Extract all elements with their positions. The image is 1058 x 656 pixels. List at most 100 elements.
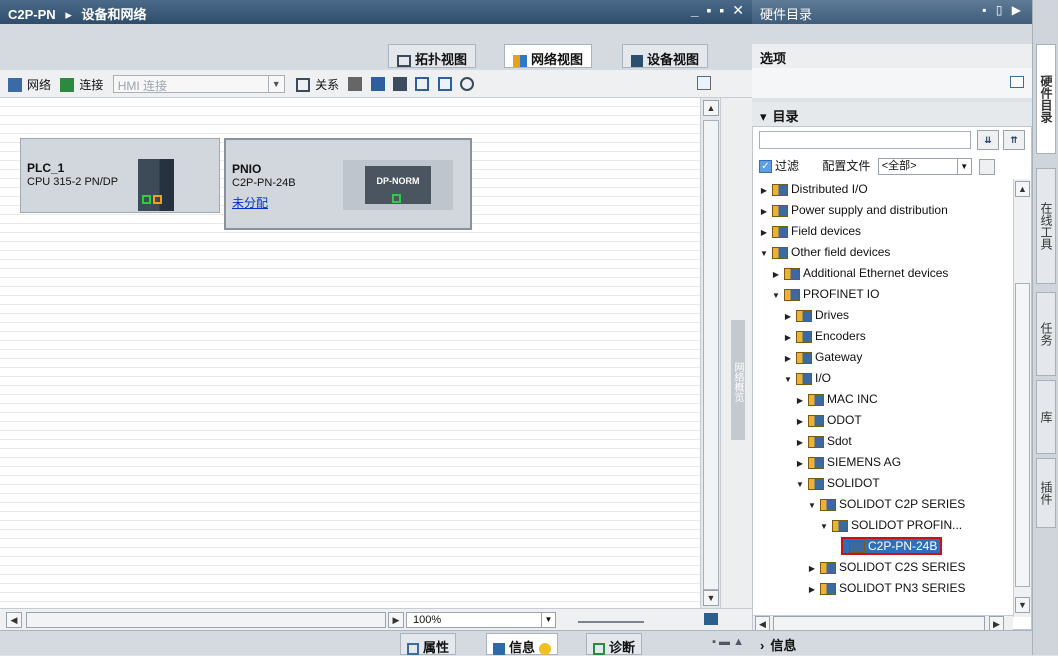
window-controls[interactable]: _ ▪ ▪ ✕ (691, 2, 746, 19)
search-up-icon[interactable]: ⇈ (1003, 130, 1025, 150)
tree-item[interactable]: ▼ SOLIDOT (795, 473, 880, 493)
catalog-search-input[interactable] (759, 131, 971, 149)
caret-right-icon[interactable]: ▶ (795, 412, 805, 432)
caret-right-icon[interactable]: ▶ (795, 433, 805, 453)
catalog-horizontal-scrollbar[interactable]: ◀ ▶ (753, 615, 1013, 632)
caret-down-icon[interactable]: ▼ (807, 496, 817, 516)
tab-diagnostics[interactable]: 诊断 (586, 633, 643, 655)
tree-item[interactable]: ▶ SOLIDOT PN3 SERIES (807, 578, 966, 598)
tab-properties[interactable]: 属性 (400, 633, 457, 655)
tree-item[interactable]: ▶ Encoders (783, 326, 866, 346)
scroll-down-icon[interactable]: ▼ (1015, 597, 1030, 613)
caret-down-icon[interactable]: ▼ (783, 370, 793, 390)
scroll-up-icon[interactable]: ▲ (703, 100, 719, 116)
tree-item[interactable]: ▼ SOLIDOT C2P SERIES (807, 494, 965, 514)
device-plc[interactable]: PLC_1 CPU 315-2 PN/DP (20, 138, 220, 213)
caret-down-icon[interactable]: ▼ (771, 286, 781, 306)
tree-item[interactable]: ▶ SIEMENS AG (795, 452, 901, 472)
caret-right-icon[interactable]: ▶ (783, 349, 793, 369)
caret-right-icon[interactable]: ▶ (783, 328, 793, 348)
tab-network-view[interactable]: 网络视图 (504, 44, 593, 68)
caret-right-icon[interactable]: ▶ (807, 559, 817, 579)
tab-online-tools[interactable]: 在线工具 (1036, 168, 1056, 284)
address-icon[interactable] (348, 77, 363, 91)
options-section[interactable]: 选项 (752, 44, 1032, 68)
caret-right-icon[interactable]: ▶ (807, 580, 817, 600)
chevron-down-icon[interactable]: ▼ (267, 76, 284, 92)
tree-item[interactable]: ▶ SOLIDOT C2S SERIES (807, 557, 966, 577)
ethernet-icon[interactable] (393, 77, 408, 91)
view-tabs-bar: 拓扑视图 网络视图 设备视图 (0, 24, 752, 70)
scroll-down-icon[interactable]: ▼ (703, 590, 719, 606)
tree-item[interactable]: ▼ PROFINET IO (771, 284, 879, 304)
scroll-up-icon[interactable]: ▲ (1015, 181, 1030, 197)
caret-right-icon[interactable]: ▶ (795, 391, 805, 411)
caret-down-icon[interactable]: ▼ (795, 475, 805, 495)
tree-item[interactable]: ▶ MAC INC (795, 389, 878, 409)
canvas-vertical-scrollbar[interactable]: ▲ ▼ (700, 98, 720, 608)
caret-right-icon[interactable]: ▶ (795, 454, 805, 474)
catalog-vertical-scrollbar[interactable]: ▲ ▼ (1013, 179, 1031, 617)
filter-checkbox[interactable]: ✓ (759, 160, 772, 174)
profile-edit-icon[interactable] (979, 158, 996, 175)
scroll-thumb[interactable] (703, 120, 719, 590)
caret-right-icon[interactable]: ▶ (783, 307, 793, 327)
scroll-thumb[interactable] (1015, 283, 1030, 587)
tree-item-label: C2P-PN-24B (868, 539, 938, 553)
network-canvas[interactable]: PLC_1 CPU 315-2 PN/DP PNIO C2P-PN-24B 未分… (0, 98, 700, 608)
tab-info[interactable]: 信息 (486, 633, 559, 655)
caret-right-icon[interactable]: ▶ (771, 265, 781, 285)
panel-controls-icon[interactable]: ▪ ▬ ▲ (712, 636, 744, 648)
caret-down-icon[interactable]: ▼ (759, 244, 769, 264)
tab-device-view[interactable]: 设备视图 (622, 44, 709, 68)
scroll-left-icon[interactable]: ◀ (6, 612, 22, 628)
tab-add-ins[interactable]: 插件 (1036, 458, 1056, 528)
overview-icon[interactable] (704, 613, 718, 625)
overview-toggle-icon[interactable] (697, 76, 711, 90)
zoom-select[interactable]: 100% ▼ (406, 612, 556, 628)
grid-icon[interactable] (415, 77, 430, 91)
tree-item[interactable]: ▶ ODOT (795, 410, 862, 430)
caret-right-icon[interactable]: ▶ (759, 202, 769, 222)
table-icon[interactable] (437, 77, 452, 91)
profile-select[interactable]: <全部> ▼ (877, 158, 972, 176)
tab-topology-view[interactable]: 拓扑视图 (388, 44, 477, 68)
zoom-slider[interactable] (578, 621, 644, 623)
chevron-down-icon[interactable]: ▼ (541, 613, 555, 627)
relations-button[interactable]: 关系 (296, 76, 339, 93)
tree-item[interactable]: ▶ Gateway (783, 347, 862, 367)
hmi-connection-select[interactable]: HMI 连接 ▼ (112, 75, 285, 93)
zoom-icon[interactable] (460, 77, 475, 91)
caret-right-icon[interactable]: ▶ (759, 223, 769, 243)
search-down-icon[interactable]: ⇊ (977, 130, 999, 150)
tree-item[interactable]: ▼ Other field devices (759, 242, 890, 262)
tree-item[interactable]: C2P-PN-24B (831, 536, 943, 556)
catalog-window-controls[interactable]: ▪ ▯ ▶ (982, 3, 1024, 17)
tree-item[interactable]: ▶ Distributed I/O (759, 179, 868, 199)
tab-libraries[interactable]: 库 (1036, 380, 1056, 454)
scroll-right-icon[interactable]: ▶ (388, 612, 404, 628)
tree-item[interactable]: ▶ Field devices (759, 221, 861, 241)
network-button[interactable]: 网络 (8, 76, 51, 93)
tab-hardware-catalog[interactable]: 硬件目录 (1036, 44, 1056, 154)
tree-item[interactable]: ▼ I/O (783, 368, 831, 388)
caret-down-icon[interactable]: ▼ (819, 517, 829, 537)
tab-tasks[interactable]: 任务 (1036, 292, 1056, 376)
io-system-icon[interactable] (370, 77, 385, 91)
connect-button[interactable]: 连接 (60, 76, 103, 93)
catalog-section-header[interactable]: ▾ 目录 (752, 102, 1032, 126)
breadcrumb-root[interactable]: C2P-PN (8, 7, 56, 22)
tree-item[interactable]: ▶ Sdot (795, 431, 852, 451)
tree-item[interactable]: ▼ SOLIDOT PROFIN... (819, 515, 962, 535)
horizontal-scroll-thumb[interactable] (26, 612, 386, 628)
tree-item[interactable]: ▶ Power supply and distribution (759, 200, 948, 220)
tree-item[interactable]: ▶ Drives (783, 305, 849, 325)
chevron-down-icon[interactable]: ▼ (956, 159, 971, 175)
io-system-link[interactable]: 未分配 (232, 194, 268, 211)
caret-right-icon[interactable]: ▶ (759, 181, 769, 201)
tree-item[interactable]: ▶ Additional Ethernet devices (771, 263, 949, 285)
device-pnio[interactable]: PNIO C2P-PN-24B 未分配 DP-NORM (224, 138, 472, 230)
info-section[interactable]: › 信息 (752, 630, 1032, 655)
network-overview-tab[interactable]: 网络概览 (731, 320, 745, 440)
options-toggle-icon[interactable] (1010, 76, 1024, 88)
